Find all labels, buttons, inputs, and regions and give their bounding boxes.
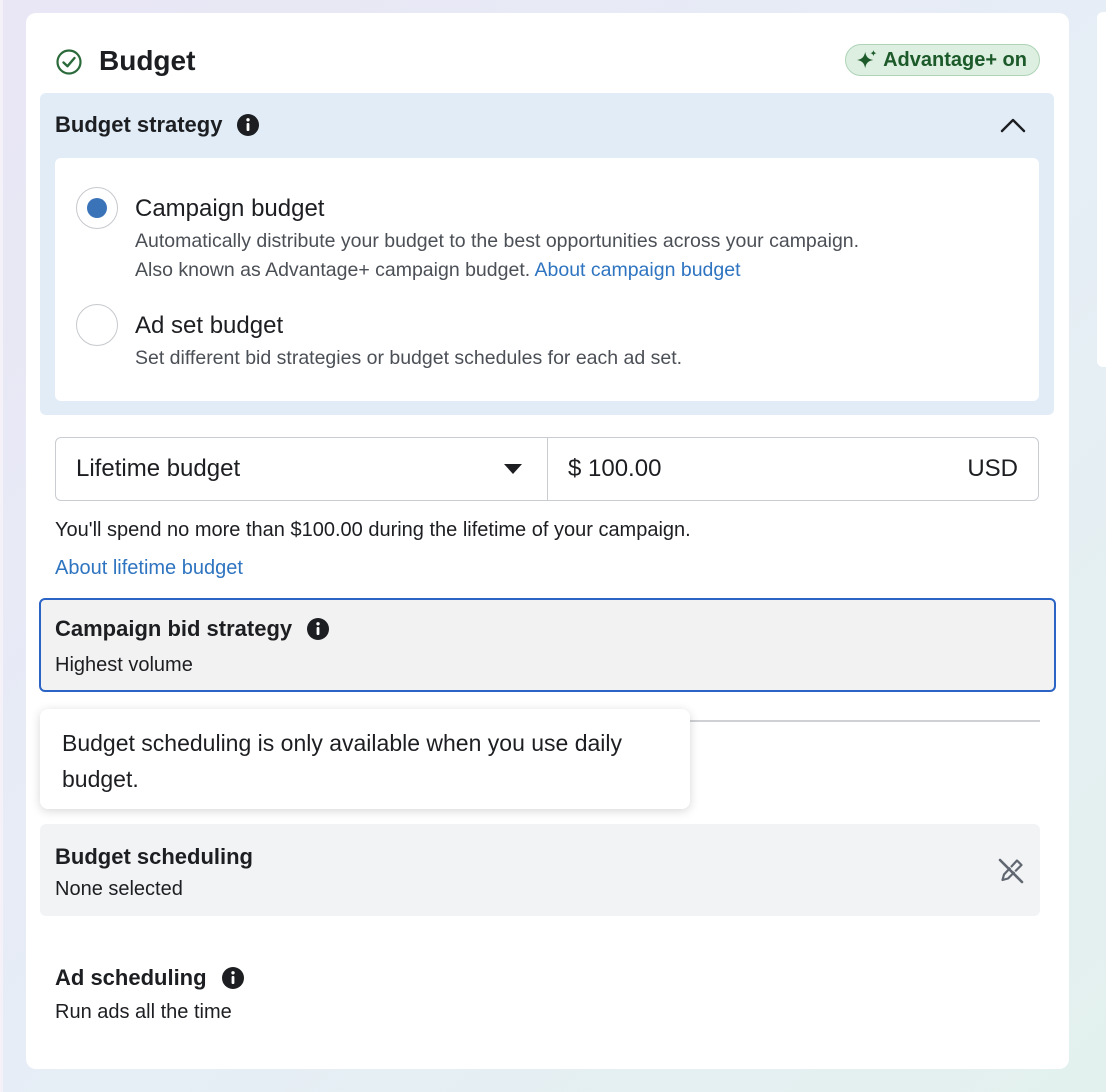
bid-strategy-value: Highest volume: [55, 654, 193, 676]
adjacent-panel-edge: [1097, 12, 1106, 367]
info-icon[interactable]: [236, 113, 260, 137]
ad-scheduling-header: Ad scheduling: [55, 965, 245, 991]
budget-strategy-section: Budget strategy Campaign budget Automati…: [40, 93, 1054, 415]
budget-amount-value: $ 100.00: [568, 455, 662, 482]
budget-scheduling-value: None selected: [55, 878, 183, 900]
budget-scheduling-section: Budget scheduling None selected: [40, 824, 1040, 916]
pencil-disabled-icon: [998, 857, 1025, 884]
check-circle-icon: [56, 49, 82, 75]
campaign-budget-description-text: Also known as Advantage+ campaign budget…: [135, 259, 531, 281]
campaign-budget-description: Automatically distribute your budget to …: [135, 230, 860, 252]
ad-scheduling-value: Run ads all the time: [55, 1001, 232, 1023]
info-icon[interactable]: [221, 966, 245, 990]
tooltip-text: Budget scheduling is only available when…: [62, 730, 623, 792]
budget-strategy-options: Campaign budget Automatically distribute…: [55, 158, 1039, 401]
sparkle-icon: [856, 49, 877, 69]
advantage-badge-label: Advantage+ on: [883, 48, 1027, 71]
budget-currency: USD: [967, 455, 1018, 482]
chevron-up-icon[interactable]: [998, 113, 1028, 137]
budget-card: Budget Advantage+ on Budget strategy Cam…: [26, 13, 1069, 1069]
background-edge: [0, 0, 3, 1092]
budget-spend-note: You'll spend no more than $100.00 during…: [55, 519, 691, 541]
card-header: Budget Advantage+ on: [55, 44, 1040, 78]
about-lifetime-budget-link[interactable]: About lifetime budget: [55, 557, 243, 580]
ad-set-budget-label: Ad set budget: [135, 312, 284, 339]
ad-set-budget-radio[interactable]: [76, 304, 118, 346]
budget-amount-input[interactable]: $ 100.00 USD: [548, 438, 1038, 500]
card-title: Budget: [99, 45, 196, 76]
ad-set-budget-description: Set different bid strategies or budget s…: [135, 347, 683, 369]
budget-strategy-header: Budget strategy: [55, 110, 260, 140]
bid-strategy-header: Campaign bid strategy: [55, 616, 330, 642]
budget-scheduling-tooltip: Budget scheduling is only available when…: [40, 709, 690, 809]
info-icon[interactable]: [306, 617, 330, 641]
bid-strategy-title: Campaign bid strategy: [55, 616, 293, 641]
caret-down-icon: [504, 464, 522, 474]
budget-type-value: Lifetime budget: [76, 455, 241, 482]
campaign-budget-description-2: Also known as Advantage+ campaign budget…: [135, 256, 741, 285]
about-campaign-budget-link[interactable]: About campaign budget: [535, 259, 741, 281]
campaign-budget-label: Campaign budget: [135, 195, 325, 222]
ad-scheduling-title: Ad scheduling: [55, 965, 207, 990]
campaign-budget-radio[interactable]: [76, 187, 118, 229]
budget-input-row: Lifetime budget $ 100.00 USD: [55, 437, 1039, 501]
advantage-badge[interactable]: Advantage+ on: [845, 44, 1040, 76]
budget-strategy-title: Budget strategy: [55, 112, 223, 137]
budget-type-select[interactable]: Lifetime budget: [56, 438, 548, 500]
campaign-bid-strategy[interactable]: Campaign bid strategy Highest volume: [39, 598, 1056, 692]
budget-scheduling-title: Budget scheduling: [55, 844, 253, 869]
